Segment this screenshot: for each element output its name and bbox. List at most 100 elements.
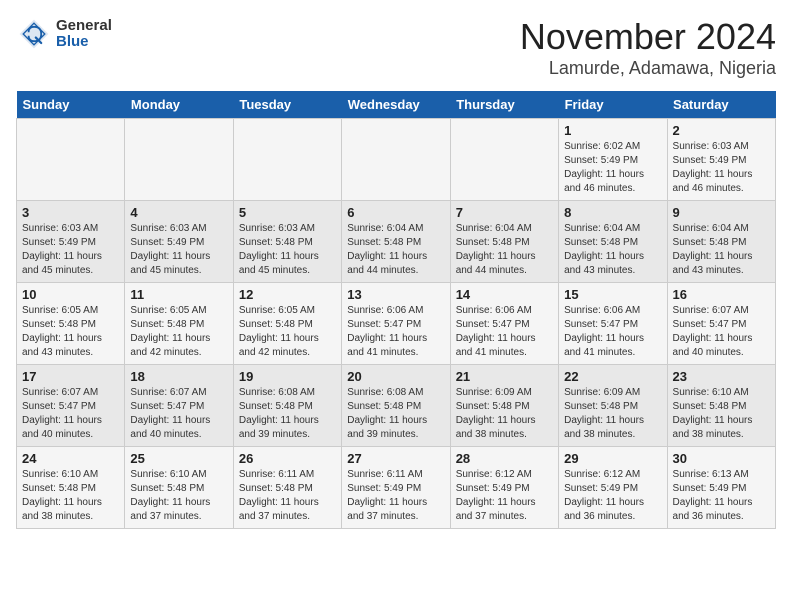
- calendar-table: SundayMondayTuesdayWednesdayThursdayFrid…: [16, 91, 776, 529]
- day-number: 26: [239, 451, 336, 466]
- day-info: Sunrise: 6:04 AM Sunset: 5:48 PM Dayligh…: [564, 222, 661, 278]
- column-header-thursday: Thursday: [450, 91, 558, 119]
- day-info: Sunrise: 6:04 AM Sunset: 5:48 PM Dayligh…: [673, 222, 770, 278]
- day-info: Sunrise: 6:02 AM Sunset: 5:49 PM Dayligh…: [564, 140, 661, 196]
- day-info: Sunrise: 6:10 AM Sunset: 5:48 PM Dayligh…: [130, 468, 227, 524]
- calendar-cell: 16Sunrise: 6:07 AM Sunset: 5:47 PM Dayli…: [667, 283, 775, 365]
- calendar-cell: 6 Sunrise: 6:04 AM Sunset: 5:48 PM Daylig…: [342, 201, 450, 283]
- day-number: 7: [456, 205, 553, 220]
- day-number: 29: [564, 451, 661, 466]
- day-info: Sunrise: 6:05 AM Sunset: 5:48 PM Dayligh…: [130, 304, 227, 360]
- title-area: November 2024 Lamurde, Adamawa, Nigeria: [520, 16, 776, 79]
- logo-icon: [16, 16, 52, 52]
- location-title: Lamurde, Adamawa, Nigeria: [520, 58, 776, 79]
- day-number: 20: [347, 369, 444, 384]
- calendar-cell: 15Sunrise: 6:06 AM Sunset: 5:47 PM Dayli…: [559, 283, 667, 365]
- column-header-sunday: Sunday: [17, 91, 125, 119]
- column-header-wednesday: Wednesday: [342, 91, 450, 119]
- day-info: Sunrise: 6:12 AM Sunset: 5:49 PM Dayligh…: [564, 468, 661, 524]
- day-number: 17: [22, 369, 119, 384]
- calendar-cell: 10 Sunrise: 6:05 AM Sunset: 5:48 PM Dayli…: [17, 283, 125, 365]
- calendar-cell: 17 Sunrise: 6:07 AM Sunset: 5:47 PM Dayli…: [17, 365, 125, 447]
- calendar-cell: 13Sunrise: 6:06 AM Sunset: 5:47 PM Dayli…: [342, 283, 450, 365]
- calendar-cell: 3 Sunrise: 6:03 AM Sunset: 5:49 PM Daylig…: [17, 201, 125, 283]
- day-number: 18: [130, 369, 227, 384]
- column-header-monday: Monday: [125, 91, 233, 119]
- day-number: 3: [22, 205, 119, 220]
- calendar-cell: 29 Sunrise: 6:12 AM Sunset: 5:49 PM Dayli…: [559, 447, 667, 529]
- column-header-friday: Friday: [559, 91, 667, 119]
- calendar-cell: 22Sunrise: 6:09 AM Sunset: 5:48 PM Dayli…: [559, 365, 667, 447]
- calendar-cell: 8 Sunrise: 6:04 AM Sunset: 5:48 PM Daylig…: [559, 201, 667, 283]
- week-row-4: 17 Sunrise: 6:07 AM Sunset: 5:47 PM Dayli…: [17, 365, 776, 447]
- day-number: 4: [130, 205, 227, 220]
- calendar-cell: 4 Sunrise: 6:03 AM Sunset: 5:49 PM Daylig…: [125, 201, 233, 283]
- day-number: 15: [564, 287, 661, 302]
- day-number: 27: [347, 451, 444, 466]
- calendar-cell: [17, 119, 125, 201]
- day-number: 24: [22, 451, 119, 466]
- calendar-cell: 25 Sunrise: 6:10 AM Sunset: 5:48 PM Dayli…: [125, 447, 233, 529]
- calendar-cell: 26 Sunrise: 6:11 AM Sunset: 5:48 PM Dayli…: [233, 447, 341, 529]
- day-info: Sunrise: 6:03 AM Sunset: 5:49 PM Dayligh…: [22, 222, 119, 278]
- day-info: Sunrise: 6:08 AM Sunset: 5:48 PM Dayligh…: [347, 386, 444, 442]
- day-info: Sunrise: 6:06 AM Sunset: 5:47 PM Dayligh…: [347, 304, 444, 360]
- day-info: Sunrise: 6:10 AM Sunset: 5:48 PM Dayligh…: [22, 468, 119, 524]
- calendar-cell: 2Sunrise: 6:03 AM Sunset: 5:49 PM Daylig…: [667, 119, 775, 201]
- calendar-cell: 14 Sunrise: 6:06 AM Sunset: 5:47 PM Dayli…: [450, 283, 558, 365]
- calendar-cell: 9 Sunrise: 6:04 AM Sunset: 5:48 PM Daylig…: [667, 201, 775, 283]
- week-row-2: 3 Sunrise: 6:03 AM Sunset: 5:49 PM Daylig…: [17, 201, 776, 283]
- day-info: Sunrise: 6:06 AM Sunset: 5:47 PM Dayligh…: [456, 304, 553, 360]
- week-row-1: 1 Sunrise: 6:02 AM Sunset: 5:49 PM Daylig…: [17, 119, 776, 201]
- week-row-5: 24 Sunrise: 6:10 AM Sunset: 5:48 PM Dayli…: [17, 447, 776, 529]
- logo-text: General Blue: [56, 18, 112, 51]
- calendar-cell: 1 Sunrise: 6:02 AM Sunset: 5:49 PM Daylig…: [559, 119, 667, 201]
- calendar-cell: 20 Sunrise: 6:08 AM Sunset: 5:48 PM Dayli…: [342, 365, 450, 447]
- day-number: 9: [673, 205, 770, 220]
- calendar-cell: 19 Sunrise: 6:08 AM Sunset: 5:48 PM Dayli…: [233, 365, 341, 447]
- logo-general-text: General: [56, 18, 112, 35]
- day-number: 14: [456, 287, 553, 302]
- column-header-tuesday: Tuesday: [233, 91, 341, 119]
- calendar-cell: 24 Sunrise: 6:10 AM Sunset: 5:48 PM Dayli…: [17, 447, 125, 529]
- calendar-cell: 30 Sunrise: 6:13 AM Sunset: 5:49 PM Dayli…: [667, 447, 775, 529]
- week-row-3: 10 Sunrise: 6:05 AM Sunset: 5:48 PM Dayli…: [17, 283, 776, 365]
- day-number: 10: [22, 287, 119, 302]
- day-info: Sunrise: 6:07 AM Sunset: 5:47 PM Dayligh…: [130, 386, 227, 442]
- calendar-cell: [342, 119, 450, 201]
- day-number: 25: [130, 451, 227, 466]
- day-info: Sunrise: 6:03 AM Sunset: 5:49 PM Dayligh…: [130, 222, 227, 278]
- calendar-cell: [450, 119, 558, 201]
- day-number: 8: [564, 205, 661, 220]
- day-info: Sunrise: 6:10 AM Sunset: 5:48 PM Dayligh…: [673, 386, 770, 442]
- calendar-cell: 28Sunrise: 6:12 AM Sunset: 5:49 PM Dayli…: [450, 447, 558, 529]
- calendar-cell: 7 Sunrise: 6:04 AM Sunset: 5:48 PM Daylig…: [450, 201, 558, 283]
- day-number: 1: [564, 123, 661, 138]
- logo: General Blue: [16, 16, 112, 52]
- day-info: Sunrise: 6:05 AM Sunset: 5:48 PM Dayligh…: [239, 304, 336, 360]
- day-number: 30: [673, 451, 770, 466]
- day-number: 11: [130, 287, 227, 302]
- day-info: Sunrise: 6:05 AM Sunset: 5:48 PM Dayligh…: [22, 304, 119, 360]
- day-number: 22: [564, 369, 661, 384]
- day-info: Sunrise: 6:11 AM Sunset: 5:48 PM Dayligh…: [239, 468, 336, 524]
- calendar-cell: [125, 119, 233, 201]
- day-info: Sunrise: 6:11 AM Sunset: 5:49 PM Dayligh…: [347, 468, 444, 524]
- day-info: Sunrise: 6:04 AM Sunset: 5:48 PM Dayligh…: [347, 222, 444, 278]
- calendar-cell: 21Sunrise: 6:09 AM Sunset: 5:48 PM Dayli…: [450, 365, 558, 447]
- header: General Blue November 2024 Lamurde, Adam…: [16, 16, 776, 79]
- day-info: Sunrise: 6:04 AM Sunset: 5:48 PM Dayligh…: [456, 222, 553, 278]
- day-number: 5: [239, 205, 336, 220]
- day-number: 16: [673, 287, 770, 302]
- calendar-cell: [233, 119, 341, 201]
- day-info: Sunrise: 6:08 AM Sunset: 5:48 PM Dayligh…: [239, 386, 336, 442]
- day-number: 12: [239, 287, 336, 302]
- calendar-cell: 23Sunrise: 6:10 AM Sunset: 5:48 PM Dayli…: [667, 365, 775, 447]
- day-info: Sunrise: 6:03 AM Sunset: 5:48 PM Dayligh…: [239, 222, 336, 278]
- day-info: Sunrise: 6:07 AM Sunset: 5:47 PM Dayligh…: [22, 386, 119, 442]
- day-info: Sunrise: 6:13 AM Sunset: 5:49 PM Dayligh…: [673, 468, 770, 524]
- calendar-cell: 11 Sunrise: 6:05 AM Sunset: 5:48 PM Dayli…: [125, 283, 233, 365]
- calendar-cell: 5 Sunrise: 6:03 AM Sunset: 5:48 PM Daylig…: [233, 201, 341, 283]
- day-number: 19: [239, 369, 336, 384]
- day-number: 6: [347, 205, 444, 220]
